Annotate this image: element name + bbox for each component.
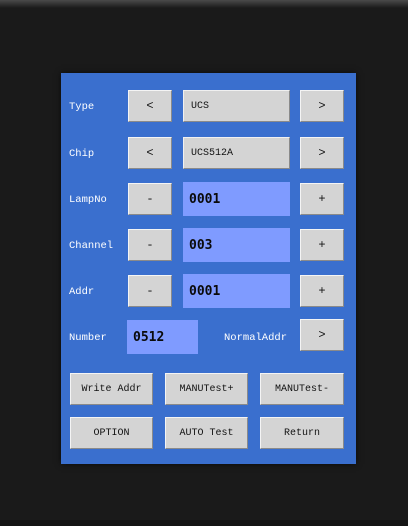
option-button[interactable]: OPTION <box>70 417 153 449</box>
type-next-button[interactable]: > <box>300 90 344 122</box>
manu-test-minus-button[interactable]: MANUTest- <box>260 373 344 405</box>
type-prev-button[interactable]: < <box>128 90 172 122</box>
manu-test-plus-button[interactable]: MANUTest+ <box>165 373 248 405</box>
chip-field[interactable]: UCS512A <box>183 137 290 169</box>
lampno-plus-button[interactable]: + <box>300 183 344 215</box>
normal-addr-next-button[interactable]: > <box>300 319 344 351</box>
channel-minus-button[interactable]: - <box>128 229 172 261</box>
number-label: Number <box>69 332 107 344</box>
return-button[interactable]: Return <box>260 417 344 449</box>
top-bezel <box>0 0 408 8</box>
chip-label: Chip <box>69 148 95 160</box>
type-field[interactable]: UCS <box>183 90 290 122</box>
lampno-field[interactable]: 0001 <box>183 182 290 216</box>
write-addr-button[interactable]: Write Addr <box>70 373 153 405</box>
addr-minus-button[interactable]: - <box>128 275 172 307</box>
number-field[interactable]: 0512 <box>127 320 198 354</box>
normal-addr-label: NormalAddr <box>224 332 288 344</box>
channel-label: Channel <box>69 240 114 252</box>
type-label: Type <box>69 101 95 113</box>
chip-next-button[interactable]: > <box>300 137 344 169</box>
address-config-panel: Type < UCS > Chip < UCS512A > LampNo - 0… <box>61 73 356 464</box>
addr-label: Addr <box>69 286 95 298</box>
lampno-minus-button[interactable]: - <box>128 183 172 215</box>
chip-prev-button[interactable]: < <box>128 137 172 169</box>
auto-test-button[interactable]: AUTO Test <box>165 417 248 449</box>
addr-field[interactable]: 0001 <box>183 274 290 308</box>
channel-field[interactable]: 003 <box>183 228 290 262</box>
channel-plus-button[interactable]: + <box>300 229 344 261</box>
lampno-label: LampNo <box>69 194 107 206</box>
addr-plus-button[interactable]: + <box>300 275 344 307</box>
bottom-bezel <box>0 520 408 526</box>
